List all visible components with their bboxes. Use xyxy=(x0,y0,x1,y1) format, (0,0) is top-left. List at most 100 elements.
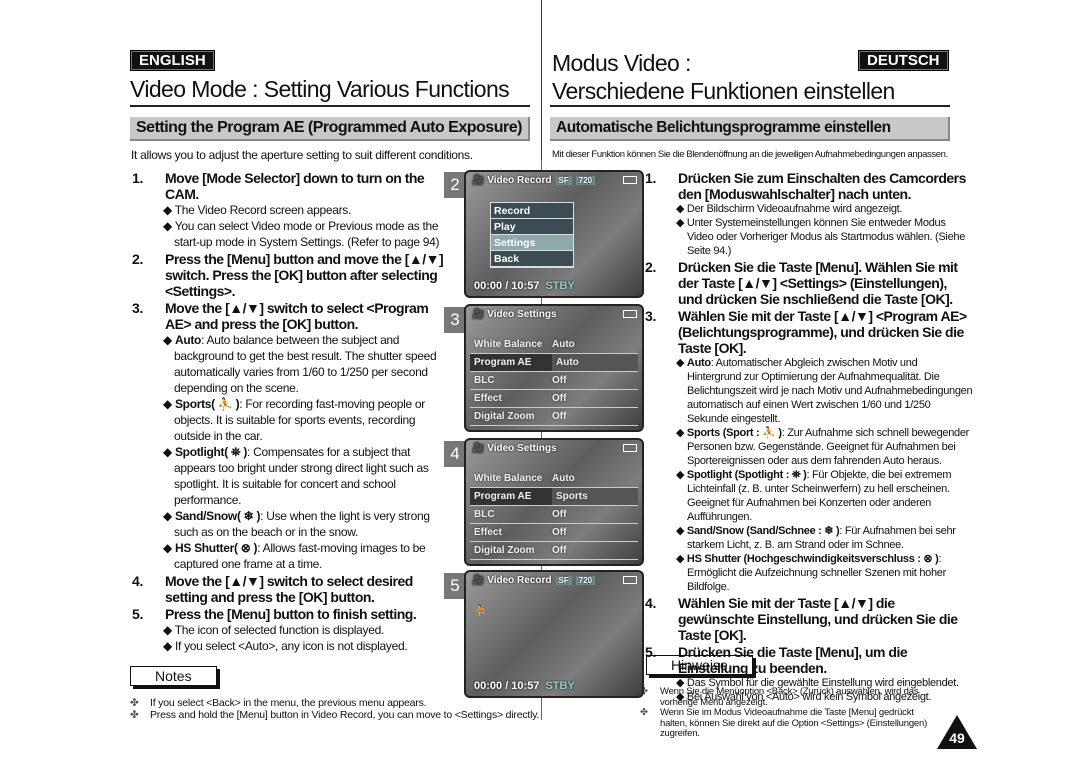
page-title-de-2: Verschiedene Funktionen einstellen xyxy=(552,78,895,104)
settings-list: White Balance Auto Program AE Sports BLC Off E… xyxy=(470,470,638,560)
step-number-2: 2 xyxy=(444,172,466,198)
step-number: 4. xyxy=(645,595,657,611)
mode-name: Sports( ⛹ ) xyxy=(174,397,240,411)
settings-row[interactable]: Program AE Sports xyxy=(470,488,638,506)
page-title-en: Video Mode : Setting Various Functions xyxy=(130,76,510,102)
settings-row[interactable]: Program AE Auto xyxy=(470,354,638,372)
settings-row[interactable]: Digital Zoom Off xyxy=(470,542,638,560)
mode-name: HS Shutter( ⊗ ) xyxy=(174,541,258,555)
step-2: 2. Press the [Menu] button and move the [… xyxy=(132,251,450,299)
instructions-de: 1. Drücken Sie zum Einschalten des Camcor… xyxy=(645,169,973,704)
setting-label: BLC xyxy=(474,509,495,520)
language-badge-deutsch: DEUTSCH xyxy=(858,50,949,71)
step-title: Drücken Sie die Taste [Menu]. Wählen Sie… xyxy=(678,259,958,307)
intro-de: Mit dieser Funktion können Sie die Blend… xyxy=(552,149,948,160)
mode-desc: : Auto balance between the subject and b… xyxy=(174,333,437,395)
mode-name: Auto xyxy=(686,357,711,369)
mode-item: ◆ Auto: Auto balance between the subject… xyxy=(163,333,437,395)
step-title: Move [Mode Selector] down to turn on the… xyxy=(165,170,425,202)
main-menu: Record Play Settings Back xyxy=(490,202,574,268)
language-badge-english: ENGLISH xyxy=(130,50,215,71)
settings-row[interactable]: Effect Off xyxy=(470,524,638,542)
mode-item: ◆ Sports (Sport : ⛹ ): Zur Aufnahme sich… xyxy=(676,427,970,467)
setting-label: Program AE xyxy=(470,488,552,505)
bullet-item: ◆ Der Bildschirm Videoaufnahme wird ange… xyxy=(676,203,903,215)
screen-footer: 00:00 / 10:57 STBY xyxy=(474,680,575,692)
setting-label: Digital Zoom xyxy=(474,545,535,556)
step-5: 5. Press the [Menu] button to finish sett… xyxy=(132,606,450,622)
camera-icon: 🎥 xyxy=(472,575,485,586)
setting-value: Auto xyxy=(552,354,638,371)
page-title-de-1: Modus Video : xyxy=(552,50,691,76)
notes-title: Notes xyxy=(130,666,217,686)
screen-footer: 00:00 / 10:57 STBY xyxy=(474,280,575,292)
battery-icon xyxy=(623,310,637,318)
setting-label: Program AE xyxy=(470,354,552,371)
setting-value: Auto xyxy=(552,473,575,484)
note-item: ✤Wenn Sie die Menüoption <Back> (Zurück)… xyxy=(640,686,919,708)
page-number: 49 xyxy=(949,730,965,746)
camera-icon: 🎥 xyxy=(472,443,485,454)
settings-row[interactable]: Digital Zoom Off xyxy=(470,408,638,426)
battery-icon xyxy=(623,176,637,184)
step-number: 4. xyxy=(132,573,144,589)
setting-label: Effect xyxy=(474,527,502,538)
sports-mode-icon: ⛹ xyxy=(474,605,488,617)
mode-item: ◆ Sand/Snow( ❄ ): Use when the light is … xyxy=(163,509,430,539)
mode-item: ◆ Sports( ⛹ ): For recording fast-moving… xyxy=(163,397,425,443)
note-item: ✤ Wenn Sie im Modus Videoaufnahme die Tas… xyxy=(640,707,928,739)
menu-item-settings[interactable]: Settings xyxy=(491,235,573,251)
settings-row[interactable]: Effect Off xyxy=(470,390,638,408)
step-number-5: 5 xyxy=(444,573,466,599)
settings-row[interactable]: BLC Off xyxy=(470,372,638,390)
setting-label: Effect xyxy=(474,393,502,404)
menu-item-back[interactable]: Back xyxy=(491,251,573,267)
mode-item: ◆ Sand/Snow (Sand/Schnee : ❄ ): Für Aufn… xyxy=(676,525,956,551)
camera-screen-video-settings-auto: 🎥 Video Settings White Balance Auto Progra… xyxy=(464,304,644,432)
setting-value: Auto xyxy=(552,339,575,350)
step-title: Drücken Sie zum Einschalten des Camcorde… xyxy=(678,170,966,202)
settings-row[interactable]: White Balance Auto xyxy=(470,336,638,354)
step-number: 2. xyxy=(645,259,657,275)
section-header-en: Setting the Program AE (Programmed Auto … xyxy=(130,117,530,141)
step-1: 1. Drücken Sie zum Einschalten des Camcor… xyxy=(645,170,973,202)
bullet-item: ◆ The icon of selected function is displ… xyxy=(163,623,384,637)
menu-item-record[interactable]: Record xyxy=(491,203,573,219)
settings-row[interactable]: BLC Off xyxy=(470,506,638,524)
bullet-text: You can select Video mode or Previous mo… xyxy=(174,219,440,249)
step-title: Press the [Menu] button and move the [▲/… xyxy=(165,251,444,299)
bullet-text: Der Bildschirm Videoaufnahme wird angeze… xyxy=(686,203,903,215)
step-3: 3. Wählen Sie mit der Taste [▲/▼] <Progra… xyxy=(645,308,973,356)
mode-item: ◆ HS Shutter( ⊗ ): Allows fast-moving im… xyxy=(163,541,426,571)
screen-header: 🎥 Video Record SF 720 xyxy=(472,575,596,586)
intro-en: It allows you to adjust the aperture set… xyxy=(131,148,473,162)
settings-list: White Balance Auto Program AE Auto BLC Off Eff… xyxy=(470,336,638,426)
step-title: Move the [▲/▼] switch to select <Program… xyxy=(165,300,429,332)
step-title: Press the [Menu] button to finish settin… xyxy=(165,606,417,622)
setting-value: Off xyxy=(552,411,567,422)
menu-item-play[interactable]: Play xyxy=(491,219,573,235)
title-rule xyxy=(550,105,950,107)
step-number: 1. xyxy=(132,170,144,186)
bullet-text: Unter Systemeinstellungen können Sie ent… xyxy=(686,217,966,257)
bullet-item: ◆ Unter Systemeinstellungen können Sie e… xyxy=(676,217,966,257)
camera-screen-video-settings-sports: 🎥 Video Settings White Balance Auto Progra… xyxy=(464,438,644,566)
note-item: ✤ If you select <Back> in the menu, the p… xyxy=(130,697,427,709)
step-1: 1. Move [Mode Selector] down to turn on t… xyxy=(132,170,450,202)
mode-name: Auto xyxy=(174,333,202,347)
step-title: Wählen Sie mit der Taste [▲/▼] <Program … xyxy=(678,308,967,356)
step-title: Move the [▲/▼] switch to select desired … xyxy=(165,573,413,605)
settings-row[interactable]: White Balance Auto xyxy=(470,470,638,488)
camera-screen-video-record-menu: 🎥 Video Record SF 720 Record Play Settings… xyxy=(464,170,644,298)
step-number-3: 3 xyxy=(444,307,466,333)
step-number-4: 4 xyxy=(444,441,466,467)
screen-header: 🎥 Video Settings xyxy=(472,443,557,454)
setting-value: Off xyxy=(552,527,567,538)
setting-value: Sports xyxy=(552,488,638,505)
setting-label: White Balance xyxy=(474,473,543,484)
mode-item: ◆ Auto: Automatischer Abgleich zwischen … xyxy=(676,357,973,425)
instructions-en: 1. Move [Mode Selector] down to turn on t… xyxy=(132,169,450,654)
camera-icon: 🎥 xyxy=(472,175,485,186)
battery-icon xyxy=(623,444,637,452)
title-rule xyxy=(130,105,530,107)
